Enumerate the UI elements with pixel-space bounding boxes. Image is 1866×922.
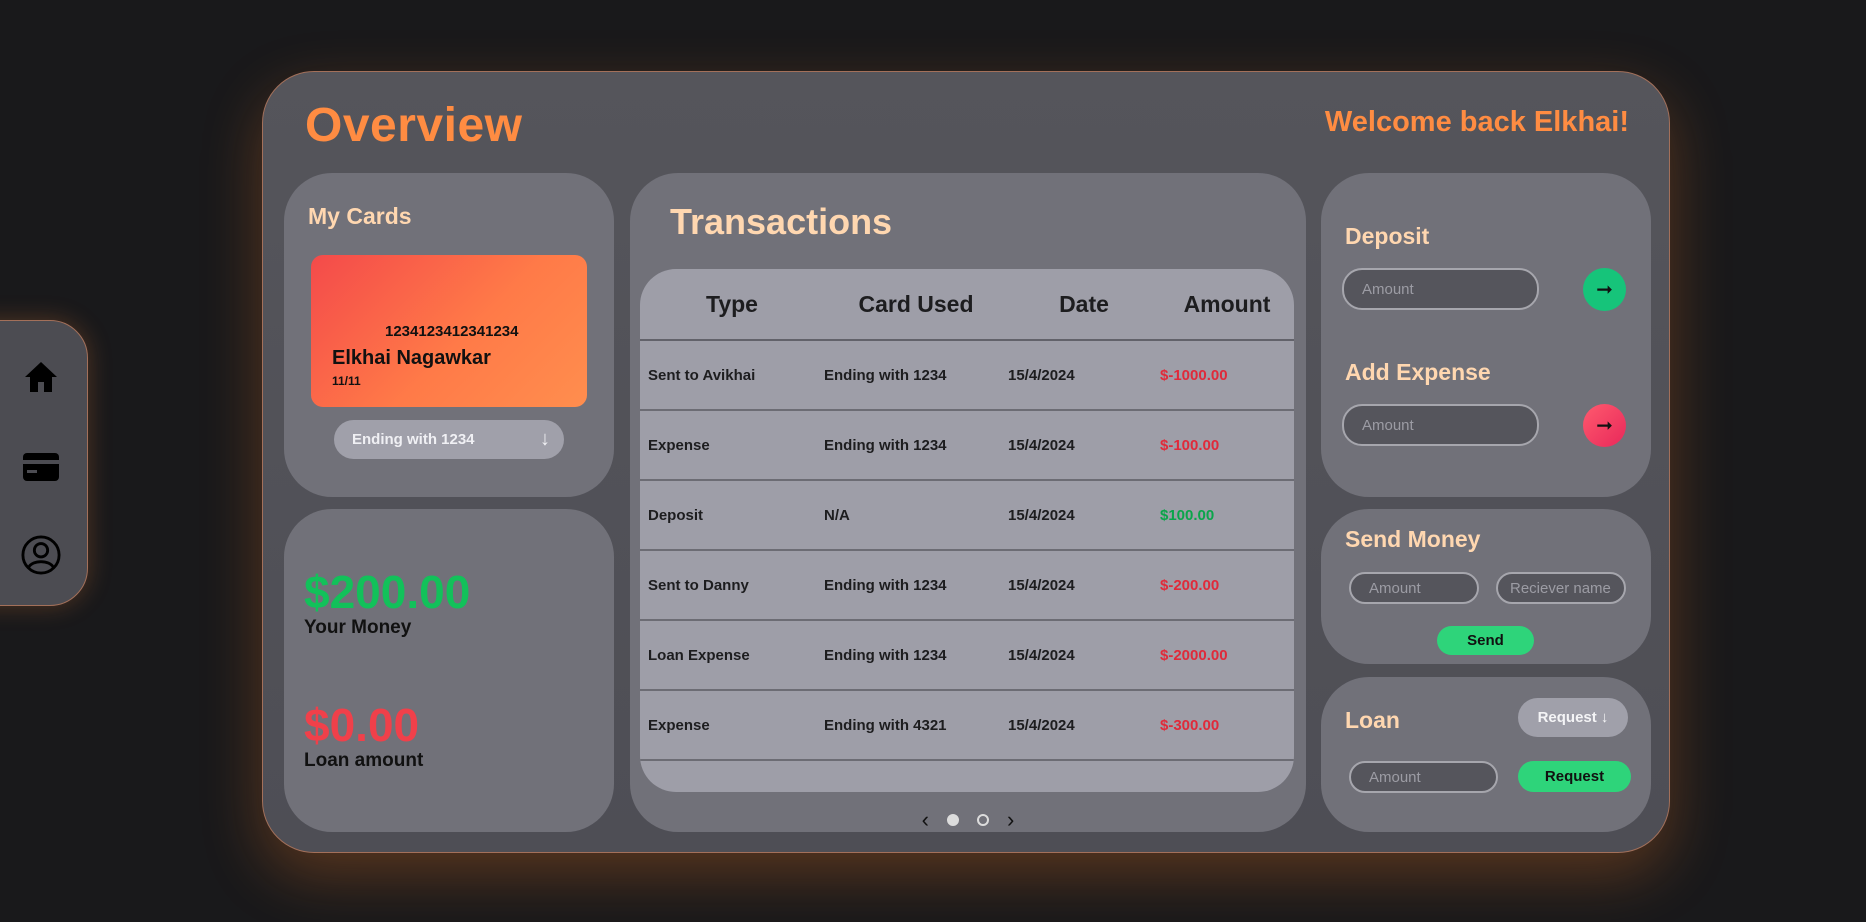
- cell-card: Ending with 4321: [824, 716, 947, 734]
- loan-amount-label: Loan amount: [304, 750, 424, 771]
- receiver-name-input[interactable]: Reciever name: [1496, 572, 1626, 604]
- page-dot-1[interactable]: [947, 814, 959, 826]
- send-amount-input[interactable]: Amount: [1349, 572, 1479, 604]
- column-header-date: Date: [1059, 290, 1109, 317]
- cell-date: 15/4/2024: [1008, 646, 1075, 664]
- card-number: 1234123412341234: [385, 323, 519, 340]
- cell-date: 15/4/2024: [1008, 366, 1075, 384]
- cell-type: Expense: [648, 716, 710, 734]
- balance-amount: $200.00: [304, 566, 471, 618]
- chevron-right-icon[interactable]: ›: [1007, 807, 1014, 833]
- cell-amount: $-2000.00: [1160, 646, 1228, 664]
- cell-date: 15/4/2024: [1008, 506, 1075, 524]
- column-header-amount: Amount: [1183, 290, 1271, 317]
- loan-title: Loan: [1345, 707, 1400, 733]
- table-row: Sent to Danny Ending with 1234 15/4/2024…: [640, 551, 1294, 621]
- transactions-title: Transactions: [670, 201, 893, 242]
- cell-type: Loan Expense: [648, 646, 750, 664]
- add-expense-title: Add Expense: [1345, 359, 1491, 385]
- cell-amount: $100.00: [1160, 506, 1215, 524]
- loan-amount: $0.00: [304, 699, 420, 751]
- loan-request-type-dropdown[interactable]: Request ↓: [1518, 698, 1628, 737]
- page-title: Overview: [305, 99, 523, 152]
- loan-panel: Loan Request ↓ Amount Request: [1321, 677, 1651, 832]
- cell-card: Ending with 1234: [824, 436, 947, 454]
- cell-date: 15/4/2024: [1008, 576, 1075, 594]
- card-holder-name: Elkhai Nagawkar: [332, 347, 491, 369]
- cell-date: 15/4/2024: [1008, 716, 1075, 734]
- expense-amount-input[interactable]: Amount: [1342, 404, 1539, 446]
- cell-type: Sent to Avikhai: [648, 366, 756, 384]
- cell-card: Ending with 1234: [824, 646, 947, 664]
- table-header: Type Card Used Date Amount: [640, 269, 1294, 341]
- expense-submit-button[interactable]: ➞: [1583, 404, 1626, 447]
- table-row: Expense Ending with 4321 15/4/2024 $-300…: [640, 691, 1294, 761]
- table-row: Expense Ending with 1234 15/4/2024 $-100…: [640, 411, 1294, 481]
- balance-label: Your Money: [304, 617, 412, 638]
- card-selector-dropdown[interactable]: Ending with 1234 ↓: [334, 420, 564, 459]
- deposit-title: Deposit: [1345, 223, 1430, 249]
- cell-date: 15/4/2024: [1008, 436, 1075, 454]
- loan-request-button[interactable]: Request: [1518, 761, 1631, 792]
- send-button[interactable]: Send: [1437, 626, 1534, 655]
- cell-amount: $-100.00: [1160, 436, 1220, 454]
- home-icon[interactable]: [21, 357, 61, 397]
- chevron-left-icon[interactable]: ‹: [922, 807, 929, 833]
- table-row: Deposit N/A 15/4/2024 $100.00: [640, 481, 1294, 551]
- card-expiry: 11/11: [332, 374, 361, 388]
- page-dot-2[interactable]: [977, 814, 989, 826]
- cell-type: Sent to Danny: [648, 576, 749, 594]
- cell-amount: $-1000.00: [1160, 366, 1228, 384]
- dashboard-panel: Overview Welcome back Elkhai! My Cards 1…: [262, 71, 1670, 853]
- card-selector-label: Ending with 1234: [352, 431, 475, 448]
- user-icon[interactable]: [21, 535, 61, 575]
- transactions-table: Type Card Used Date Amount Sent to Avikh…: [640, 269, 1294, 792]
- table-row: Loan Expense Ending with 1234 15/4/2024 …: [640, 621, 1294, 691]
- credit-card: 1234123412341234 Elkhai Nagawkar 11/11: [311, 255, 587, 407]
- cell-card: N/A: [824, 506, 850, 524]
- cell-card: Ending with 1234: [824, 366, 947, 384]
- my-cards-title: My Cards: [308, 203, 412, 229]
- transactions-panel: Transactions Type Card Used Date Amount …: [630, 173, 1306, 832]
- sidebar-nav: [0, 320, 88, 606]
- send-money-title: Send Money: [1345, 526, 1481, 552]
- credit-card-icon[interactable]: [21, 447, 61, 487]
- cell-type: Expense: [648, 436, 710, 454]
- column-header-card: Card Used: [858, 290, 974, 317]
- my-cards-panel: My Cards 1234123412341234 Elkhai Nagawka…: [284, 173, 614, 497]
- cell-amount: $-300.00: [1160, 716, 1220, 734]
- deposit-amount-input[interactable]: Amount: [1342, 268, 1539, 310]
- arrow-down-icon: ↓: [540, 428, 550, 450]
- deposit-expense-panel: Deposit Amount ➞ Add Expense Amount ➞: [1321, 173, 1651, 497]
- cell-card: Ending with 1234: [824, 576, 947, 594]
- send-money-panel: Send Money Amount Reciever name Send: [1321, 509, 1651, 664]
- loan-amount-input[interactable]: Amount: [1349, 761, 1498, 793]
- pagination: ‹ ›: [630, 807, 1306, 833]
- welcome-message: Welcome back Elkhai!: [1324, 106, 1629, 138]
- cell-amount: $-200.00: [1160, 576, 1220, 594]
- column-header-type: Type: [706, 290, 758, 317]
- cell-type: Deposit: [648, 506, 704, 524]
- deposit-submit-button[interactable]: ➞: [1583, 268, 1626, 311]
- balance-panel: $200.00 Your Money $0.00 Loan amount: [284, 509, 614, 832]
- table-row: Sent to Avikhai Ending with 1234 15/4/20…: [640, 341, 1294, 411]
